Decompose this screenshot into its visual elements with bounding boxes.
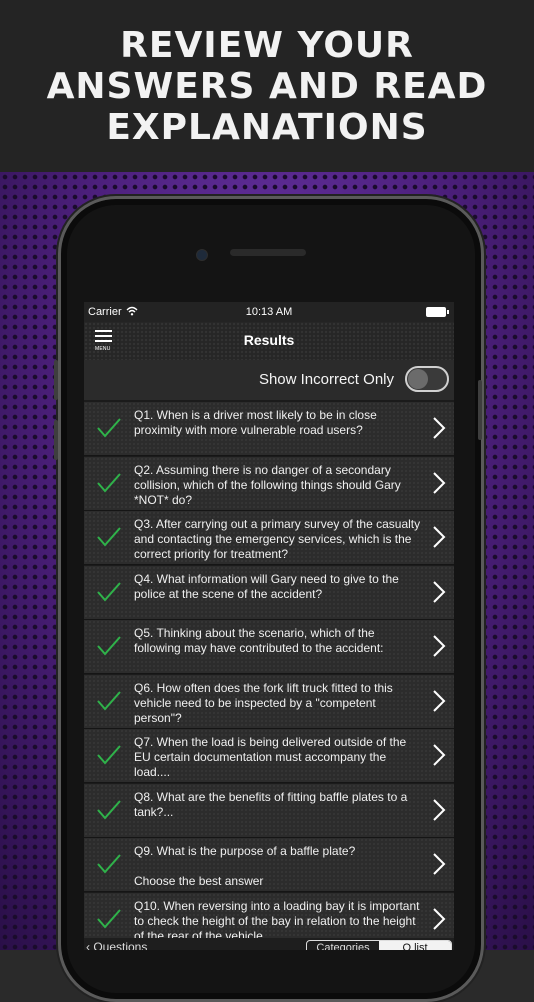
question-row[interactable]: Q6. How often does the fork lift truck f… <box>84 674 454 729</box>
nav-bar: MENU Results <box>84 322 454 360</box>
checkmark-icon <box>97 799 121 820</box>
question-text: Q6. How often does the fork lift truck f… <box>134 680 393 725</box>
checkmark-icon <box>97 690 121 711</box>
chevron-right-icon <box>433 635 446 657</box>
checkmark-icon <box>97 472 121 493</box>
checkmark-icon <box>97 745 121 765</box>
segment-categories[interactable]: Categories <box>307 941 379 950</box>
chevron-right-icon <box>433 798 446 821</box>
phone-side-button-left <box>54 360 58 400</box>
status-time: 10:13 AM <box>245 306 293 318</box>
chevron-right-icon <box>433 744 446 766</box>
checkmark-icon <box>97 636 121 656</box>
question-text: Q1. When is a driver most likely to be i… <box>134 408 377 437</box>
chevron-right-icon <box>433 417 446 439</box>
show-incorrect-label: Show Incorrect Only <box>258 371 394 388</box>
toggle-knob <box>408 369 428 389</box>
questions-back-link[interactable]: ‹ Questions <box>86 940 147 950</box>
phone-side-button-right <box>478 380 482 440</box>
view-segmented-control: Categories Q list <box>306 940 452 950</box>
question-text: Q2. Assuming there is no danger of a sec… <box>134 462 401 507</box>
status-bar: Carrier 10:13 AM <box>84 302 454 322</box>
phone-side-button-left-2 <box>54 420 58 460</box>
checkmark-icon <box>97 854 121 874</box>
banner-line-1: REVIEW YOUR <box>120 24 414 66</box>
banner-line-2: ANSWERS AND READ <box>46 65 488 107</box>
chevron-right-icon <box>433 526 446 548</box>
segment-q-list[interactable]: Q list <box>379 941 451 950</box>
bottom-bar: ‹ Questions Categories Q list <box>84 938 454 950</box>
banner-line-3: EXPLANATIONS <box>106 106 428 148</box>
question-row[interactable]: Q7. When the load is being delivered out… <box>84 729 454 783</box>
question-row[interactable]: Q3. After carrying out a primary survey … <box>84 511 454 565</box>
question-text: Q9. What is the purpose of a baffle plat… <box>134 844 356 888</box>
battery-icon <box>426 307 449 317</box>
question-row[interactable]: Q9. What is the purpose of a baffle plat… <box>84 838 454 892</box>
page-title: Results <box>243 332 295 348</box>
question-text: Q3. After carrying out a primary survey … <box>134 517 421 561</box>
checkmark-icon <box>97 581 121 602</box>
question-text: Q10. When reversing into a loading bay i… <box>134 898 420 943</box>
chevron-right-icon <box>433 689 446 712</box>
chevron-right-icon <box>433 907 446 930</box>
question-row[interactable]: Q4. What information will Gary need to g… <box>84 565 454 620</box>
front-camera <box>196 249 208 261</box>
promo-banner: REVIEW YOUR ANSWERS AND READ EXPLANATION… <box>0 0 534 172</box>
chevron-right-icon <box>433 471 446 494</box>
chevron-right-icon <box>433 580 446 603</box>
question-text: Q7. When the load is being delivered out… <box>134 735 407 779</box>
question-text: Q4. What information will Gary need to g… <box>134 571 399 601</box>
earpiece-speaker <box>230 249 306 256</box>
question-text: Q8. What are the benefits of fitting baf… <box>134 789 408 819</box>
question-row[interactable]: Q1. When is a driver most likely to be i… <box>84 402 454 456</box>
question-row[interactable]: Q5. Thinking about the scenario, which o… <box>84 620 454 674</box>
question-text: Q5. Thinking about the scenario, which o… <box>134 626 384 655</box>
checkmark-icon <box>97 418 121 438</box>
question-row[interactable]: Q2. Assuming there is no danger of a sec… <box>84 456 454 511</box>
checkmark-icon <box>97 908 121 929</box>
filter-row: Show Incorrect Only <box>84 360 454 400</box>
chevron-right-icon <box>433 853 446 875</box>
app-screen: Carrier 10:13 AM MENU Results Show Incor… <box>84 302 454 950</box>
checkmark-icon <box>97 527 121 547</box>
show-incorrect-toggle[interactable] <box>405 366 449 392</box>
question-row[interactable]: Q8. What are the benefits of fitting baf… <box>84 783 454 838</box>
